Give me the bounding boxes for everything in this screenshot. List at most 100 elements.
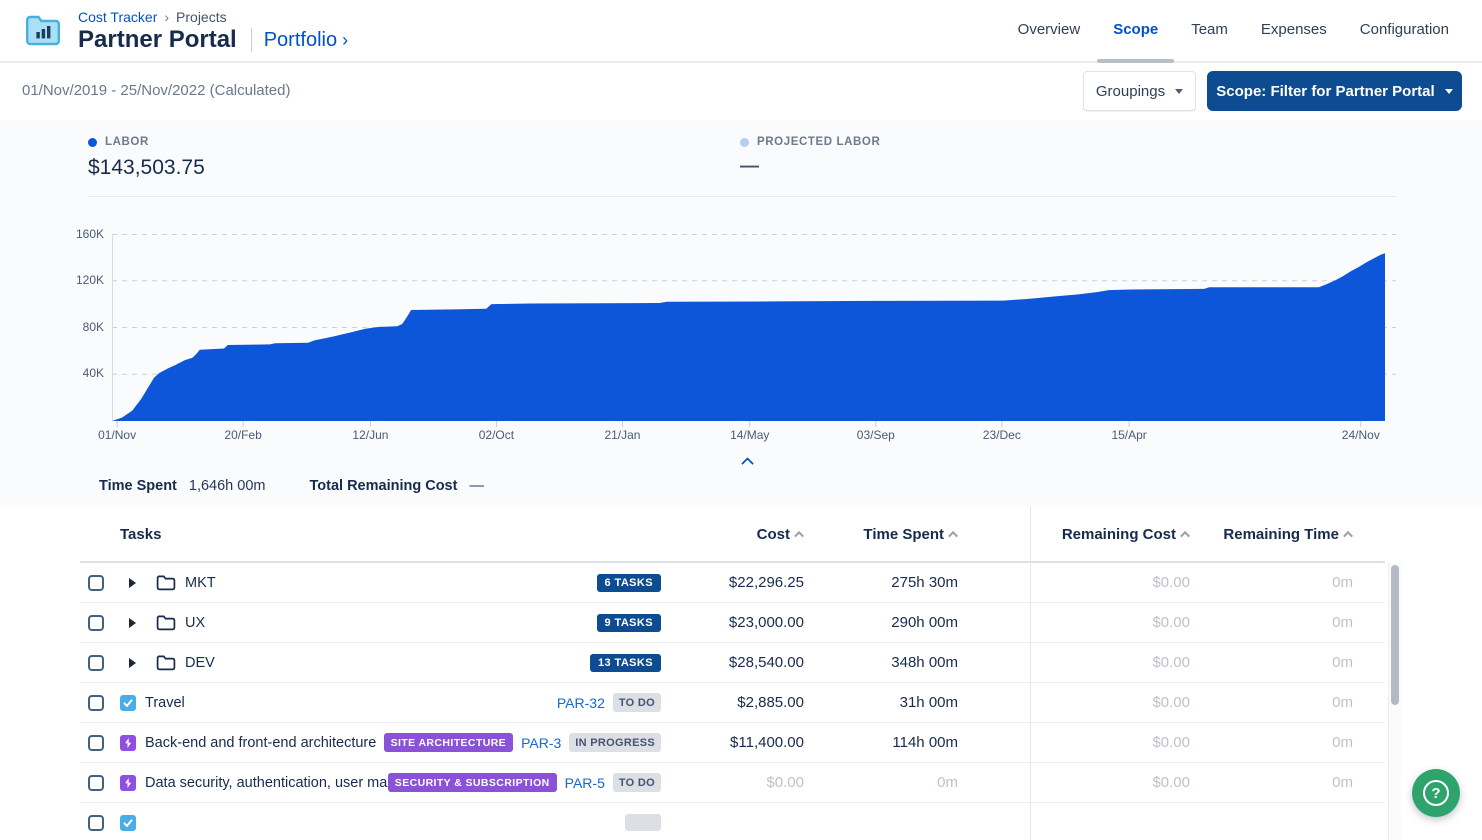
remaining-time-value: 0m	[1190, 603, 1353, 642]
remaining-cost-value: $0.00	[1030, 603, 1190, 642]
tab-overview[interactable]: Overview	[1018, 21, 1081, 42]
cost-tracker-app: Cost Tracker › Projects Partner Portal P…	[0, 0, 1482, 840]
expand-arrow-icon[interactable]	[129, 578, 136, 588]
sort-caret-icon	[1180, 530, 1190, 540]
label-badge: SECURITY & SUBSCRIPTION	[388, 773, 557, 792]
column-header-tasks: Tasks	[120, 526, 661, 543]
chevron-down-icon	[1445, 89, 1453, 94]
cost-tracker-folder-chart-icon	[24, 12, 62, 53]
table-scrollbar-thumb[interactable]	[1391, 565, 1399, 705]
group-name: MKT	[185, 575, 216, 591]
chart-summary: Time Spent 1,646h 00m Total Remaining Co…	[99, 478, 484, 494]
title-divider	[251, 28, 252, 52]
folder-icon	[156, 574, 176, 591]
portfolio-link[interactable]: Portfolio ›	[264, 29, 348, 52]
scope-filter-button[interactable]: Scope: Filter for Partner Portal	[1207, 71, 1462, 111]
row-checkbox[interactable]	[88, 655, 104, 671]
chevron-down-icon	[1175, 89, 1183, 94]
group-name: UX	[185, 615, 205, 631]
labor-dot-icon	[88, 138, 97, 147]
issue-key-link[interactable]: PAR-5	[565, 775, 605, 791]
collapse-chart-chevron[interactable]	[736, 456, 758, 470]
row-checkbox[interactable]	[88, 815, 104, 831]
task-icon	[120, 695, 136, 711]
expand-arrow-icon[interactable]	[129, 618, 136, 628]
x-axis-tick-label: 01/Nov	[77, 428, 157, 442]
chart-x-axis-labels: 01/Nov20/Feb12/Jun02/Oct21/Jan14/May03/S…	[112, 428, 1396, 444]
cost-value: $22,296.25	[661, 563, 804, 602]
row-checkbox[interactable]	[88, 735, 104, 751]
status-badge: IN PROGRESS	[569, 733, 661, 752]
cost-value: $11,400.00	[661, 723, 804, 762]
labor-value: $143,503.75	[88, 156, 205, 180]
status-badge: TO DO	[613, 773, 661, 792]
table-row[interactable]	[80, 803, 1385, 840]
epic-icon	[120, 735, 136, 751]
column-header-time-spent[interactable]: Time Spent	[804, 526, 958, 543]
tab-team[interactable]: Team	[1191, 21, 1228, 42]
breadcrumb-app-link[interactable]: Cost Tracker	[78, 9, 157, 25]
row-checkbox[interactable]	[88, 575, 104, 591]
remaining-cost-value: $0.00	[1030, 563, 1190, 602]
projected-labor-dot-icon	[740, 138, 749, 147]
table-row[interactable]: TravelPAR-32TO DO$2,885.0031h 00m$0.000m	[80, 683, 1385, 723]
table-scrollbar-track[interactable]	[1388, 563, 1401, 840]
help-button[interactable]: ?	[1412, 769, 1460, 817]
remaining-cost-value: $0.00	[1030, 683, 1190, 722]
sort-caret-icon	[794, 530, 804, 540]
remaining-cost-value: $0.00	[1030, 763, 1190, 802]
y-axis-tick-label: 160K	[58, 227, 104, 241]
tab-scope[interactable]: Scope	[1113, 21, 1158, 42]
task-name: Data security, authentication, user man.…	[145, 775, 388, 791]
tab-expenses[interactable]: Expenses	[1261, 21, 1327, 42]
tasks-count-badge: 13 TASKS	[590, 654, 661, 672]
table-row-group[interactable]: UX9 TASKS$23,000.00290h 00m$0.000m	[80, 603, 1385, 643]
sort-caret-icon	[948, 530, 958, 540]
x-axis-tick-label: 14/May	[710, 428, 790, 442]
top-header: Cost Tracker › Projects Partner Portal P…	[0, 0, 1482, 63]
chevron-up-icon	[741, 457, 754, 470]
tab-configuration[interactable]: Configuration	[1360, 21, 1449, 42]
column-header-remaining-cost[interactable]: Remaining Cost	[1030, 507, 1190, 561]
table-header-row: Tasks Cost Time Spent Remaining Cost Rem…	[80, 507, 1385, 563]
x-axis-tick-label: 15/Apr	[1089, 428, 1169, 442]
remaining-time-value: 0m	[1190, 643, 1353, 682]
title-row: Partner Portal Portfolio ›	[78, 26, 348, 54]
table-row-group[interactable]: DEV13 TASKS$28,540.00348h 00m$0.000m	[80, 643, 1385, 683]
groupings-button[interactable]: Groupings	[1083, 71, 1196, 111]
task-icon	[120, 815, 136, 831]
remaining-cost-value: $0.00	[1030, 643, 1190, 682]
y-axis-tick-label: 80K	[58, 320, 104, 334]
remaining-time-value	[1190, 803, 1353, 840]
row-checkbox[interactable]	[88, 775, 104, 791]
time-spent-value: 275h 30m	[804, 563, 958, 602]
tasks-count-badge: 6 TASKS	[597, 574, 661, 592]
projected-labor-value: —	[740, 156, 880, 178]
scope-filter-button-label: Scope: Filter for Partner Portal	[1216, 83, 1434, 100]
x-axis-tick-label: 03/Sep	[836, 428, 916, 442]
expand-arrow-icon[interactable]	[129, 658, 136, 668]
folder-icon	[156, 654, 176, 671]
label-badge: SITE ARCHITECTURE	[384, 733, 514, 752]
table-row[interactable]: Data security, authentication, user man.…	[80, 763, 1385, 803]
row-checkbox[interactable]	[88, 695, 104, 711]
table-row-group[interactable]: MKT 6 TASKS$22,296.25275h 30m $0.000m	[80, 563, 1385, 603]
table-row[interactable]: Back-end and front-end architecture SITE …	[80, 723, 1385, 763]
issue-key-link[interactable]: PAR-3	[521, 735, 561, 751]
time-spent-value: 0m	[804, 763, 958, 802]
x-axis-tick-label: 12/Jun	[330, 428, 410, 442]
labor-label: LABOR	[105, 136, 149, 148]
row-checkbox[interactable]	[88, 615, 104, 631]
time-spent-value: 1,646h 00m	[189, 478, 266, 494]
time-spent-value: 290h 00m	[804, 603, 958, 642]
status-badge	[625, 814, 661, 831]
task-name: Back-end and front-end architecture	[145, 735, 376, 751]
column-header-remaining-time[interactable]: Remaining Time	[1190, 526, 1353, 543]
cost-value	[661, 803, 804, 840]
x-axis-tick-label: 20/Feb	[203, 428, 283, 442]
time-spent-value: 114h 00m	[804, 723, 958, 762]
column-header-cost[interactable]: Cost	[661, 526, 804, 543]
remaining-time-value: 0m	[1190, 723, 1353, 762]
issue-key-link[interactable]: PAR-32	[557, 695, 605, 711]
remaining-time-value: 0m	[1190, 563, 1353, 602]
